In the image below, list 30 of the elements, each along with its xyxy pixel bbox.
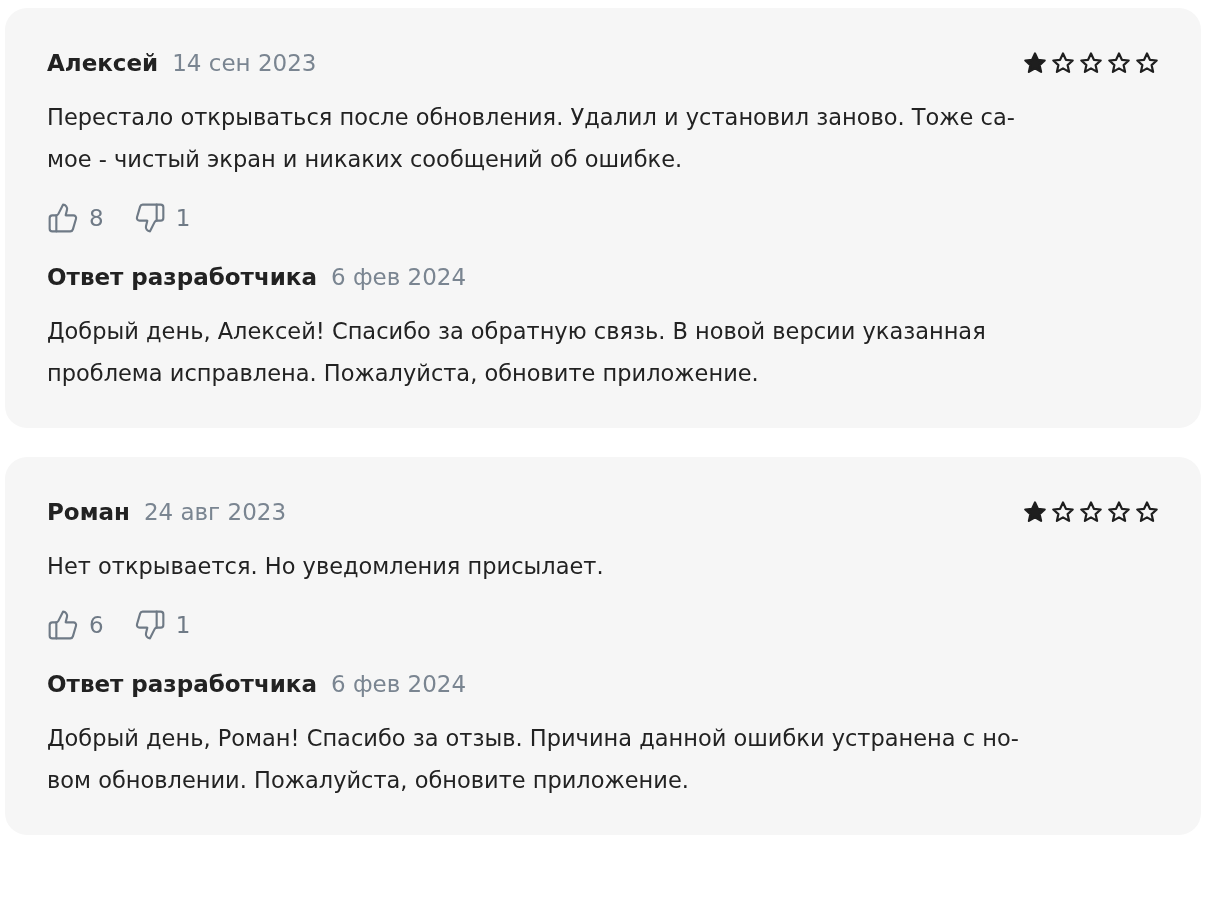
reply-title: Ответ разработчика (47, 264, 317, 290)
star-icon (1079, 500, 1103, 524)
thumbs-down-icon[interactable] (133, 202, 166, 234)
star-icon (1023, 51, 1047, 75)
review-date: 24 авг 2023 (143, 499, 287, 525)
reply-date: 6 фев 2024 (330, 671, 467, 697)
reply-date: 6 фев 2024 (330, 264, 467, 290)
thumbs-up-icon[interactable] (47, 202, 79, 234)
thumbs-down-icon[interactable] (133, 609, 166, 641)
like-count: 8 (89, 205, 104, 231)
reply-text: Добрый день, Роман! Спасибо за отзыв. Причина данной ошибки устранена с но- вом обновлении. Пожалуйста, обновите приложение. (47, 724, 1020, 795)
star-icon (1107, 51, 1131, 75)
dislike-count: 1 (175, 205, 191, 231)
star-icon (1051, 500, 1075, 524)
like-count: 6 (89, 612, 104, 638)
reply-text: Добрый день, Алексей! Спасибо за обратную связь. В новой версии указанная проблема исправлена. Пожалуйста, обновите приложение. (47, 317, 987, 388)
reply-title: Ответ разработчика (47, 671, 317, 697)
review-text: Нет открывается. Но уведомления присылает. (47, 552, 605, 581)
star-icon (1051, 51, 1075, 75)
star-icon (1023, 500, 1047, 524)
star-icon (1135, 51, 1159, 75)
author-name: Роман (47, 499, 130, 525)
review-date: 14 сен 2023 (172, 50, 317, 76)
author-name: Алексей (47, 50, 159, 76)
dislike-count: 1 (175, 612, 191, 638)
star-icon (1079, 51, 1103, 75)
thumbs-up-icon[interactable] (47, 609, 79, 641)
review-text: Перестало открываться после обновления. Удалил и установил заново. Тоже са- мое - чистый экран и никаких сообщений об ошибке. (47, 103, 1016, 174)
star-icon (1107, 500, 1131, 524)
star-icon (1135, 500, 1159, 524)
